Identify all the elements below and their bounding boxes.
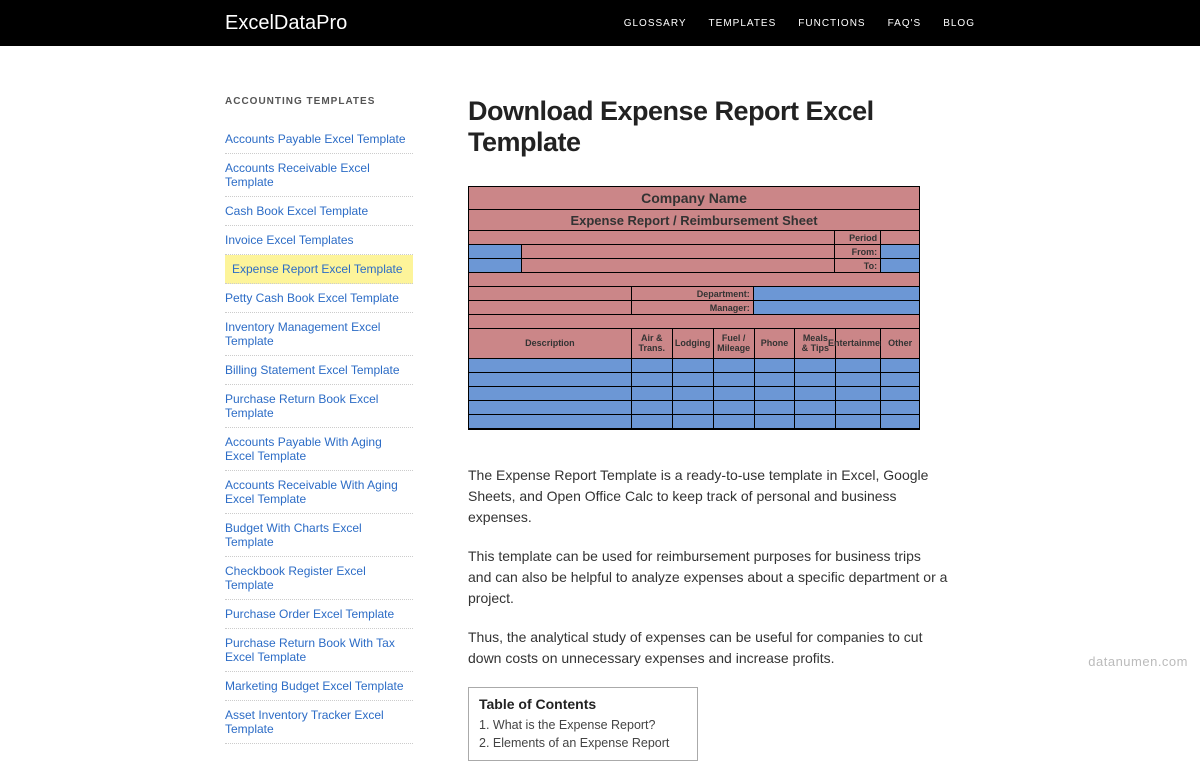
sidebar-item[interactable]: Purchase Order Excel Template xyxy=(225,600,413,629)
toc-item-2[interactable]: 2. Elements of an Expense Report xyxy=(479,734,687,752)
sidebar: ACCOUNTING TEMPLATES Accounts Payable Ex… xyxy=(225,96,413,761)
sidebar-link[interactable]: Cash Book Excel Template xyxy=(225,204,368,218)
nav-glossary[interactable]: GLOSSARY xyxy=(624,18,687,29)
sheet-data-row xyxy=(469,373,919,387)
sidebar-item[interactable]: Expense Report Excel Template xyxy=(225,255,413,284)
hdr-other: Other xyxy=(881,329,919,358)
sheet-from: From: xyxy=(835,245,881,258)
sidebar-link[interactable]: Purchase Return Book With Tax Excel Temp… xyxy=(225,636,395,664)
sidebar-link[interactable]: Billing Statement Excel Template xyxy=(225,363,400,377)
page-title: Download Expense Report Excel Template xyxy=(468,96,948,158)
sidebar-link[interactable]: Petty Cash Book Excel Template xyxy=(225,291,399,305)
toc: Table of Contents 1. What is the Expense… xyxy=(468,687,698,761)
sidebar-item[interactable]: Accounts Receivable Excel Template xyxy=(225,154,413,197)
sheet-subtitle: Expense Report / Reimbursement Sheet xyxy=(469,210,919,230)
sidebar-item[interactable]: Inventory Management Excel Template xyxy=(225,313,413,356)
sheet-data-row xyxy=(469,387,919,401)
sheet-department: Department: xyxy=(632,287,753,300)
sheet-data-row xyxy=(469,359,919,373)
nav: GLOSSARY TEMPLATES FUNCTIONS FAQ'S BLOG xyxy=(624,18,975,29)
hdr-entertain: Entertainment xyxy=(836,329,881,358)
sidebar-item[interactable]: Asset Inventory Tracker Excel Template xyxy=(225,701,413,744)
sidebar-item[interactable]: Invoice Excel Templates xyxy=(225,226,413,255)
nav-templates[interactable]: TEMPLATES xyxy=(709,18,777,29)
sidebar-link[interactable]: Invoice Excel Templates xyxy=(225,233,354,247)
hdr-phone: Phone xyxy=(755,329,796,358)
sidebar-link[interactable]: Purchase Order Excel Template xyxy=(225,607,394,621)
sidebar-link[interactable]: Accounts Receivable With Aging Excel Tem… xyxy=(225,478,398,506)
nav-functions[interactable]: FUNCTIONS xyxy=(798,18,865,29)
body-text: The Expense Report Template is a ready-t… xyxy=(468,465,948,669)
sheet-data-row xyxy=(469,415,919,429)
sidebar-item[interactable]: Cash Book Excel Template xyxy=(225,197,413,226)
sheet-manager: Manager: xyxy=(632,301,753,314)
sidebar-item[interactable]: Checkbook Register Excel Template xyxy=(225,557,413,600)
para-3: Thus, the analytical study of expenses c… xyxy=(468,627,948,669)
brand[interactable]: ExcelDataPro xyxy=(225,12,347,35)
sidebar-link[interactable]: Expense Report Excel Template xyxy=(232,262,403,276)
sidebar-item[interactable]: Accounts Payable With Aging Excel Templa… xyxy=(225,428,413,471)
sidebar-item[interactable]: Budget With Charts Excel Template xyxy=(225,514,413,557)
sidebar-item[interactable]: Purchase Return Book With Tax Excel Temp… xyxy=(225,629,413,672)
sidebar-link[interactable]: Accounts Payable With Aging Excel Templa… xyxy=(225,435,382,463)
nav-faqs[interactable]: FAQ'S xyxy=(888,18,922,29)
nav-blog[interactable]: BLOG xyxy=(943,18,975,29)
sidebar-link[interactable]: Accounts Payable Excel Template xyxy=(225,132,406,146)
expense-sheet-image: Company Name Expense Report / Reimbursem… xyxy=(468,186,920,430)
sidebar-item[interactable]: Billing Statement Excel Template xyxy=(225,356,413,385)
sidebar-heading: ACCOUNTING TEMPLATES xyxy=(225,96,413,107)
sidebar-link[interactable]: Budget With Charts Excel Template xyxy=(225,521,362,549)
sidebar-item[interactable]: Purchase Return Book Excel Template xyxy=(225,385,413,428)
watermark: datanumen.com xyxy=(1088,654,1188,669)
main: Download Expense Report Excel Template C… xyxy=(468,96,948,761)
sidebar-link[interactable]: Marketing Budget Excel Template xyxy=(225,679,404,693)
sidebar-item[interactable]: Marketing Budget Excel Template xyxy=(225,672,413,701)
sidebar-link[interactable]: Accounts Receivable Excel Template xyxy=(225,161,370,189)
sidebar-link[interactable]: Inventory Management Excel Template xyxy=(225,320,380,348)
toc-item-1[interactable]: 1. What is the Expense Report? xyxy=(479,716,687,734)
topbar: ExcelDataPro GLOSSARY TEMPLATES FUNCTION… xyxy=(0,0,1200,46)
sheet-data-row xyxy=(469,401,919,415)
sheet-body xyxy=(469,359,919,429)
toc-title: Table of Contents xyxy=(479,696,687,712)
sheet-period: Period xyxy=(835,231,881,244)
sidebar-link[interactable]: Asset Inventory Tracker Excel Template xyxy=(225,708,384,736)
sidebar-item[interactable]: Accounts Receivable With Aging Excel Tem… xyxy=(225,471,413,514)
hdr-fuel: Fuel / Mileage xyxy=(714,329,755,358)
sheet-to: To: xyxy=(835,259,881,272)
sheet-company: Company Name xyxy=(469,187,919,209)
hdr-description: Description xyxy=(469,329,632,358)
hdr-air: Air & Trans. xyxy=(632,329,673,358)
sidebar-item[interactable]: Accounts Payable Excel Template xyxy=(225,125,413,154)
sidebar-list: Accounts Payable Excel Template Accounts … xyxy=(225,125,413,744)
sidebar-link[interactable]: Checkbook Register Excel Template xyxy=(225,564,366,592)
sidebar-item[interactable]: Petty Cash Book Excel Template xyxy=(225,284,413,313)
sidebar-link[interactable]: Purchase Return Book Excel Template xyxy=(225,392,378,420)
container: ACCOUNTING TEMPLATES Accounts Payable Ex… xyxy=(0,46,1200,761)
para-2: This template can be used for reimbursem… xyxy=(468,546,948,609)
para-1: The Expense Report Template is a ready-t… xyxy=(468,465,948,528)
hdr-lodging: Lodging xyxy=(673,329,714,358)
